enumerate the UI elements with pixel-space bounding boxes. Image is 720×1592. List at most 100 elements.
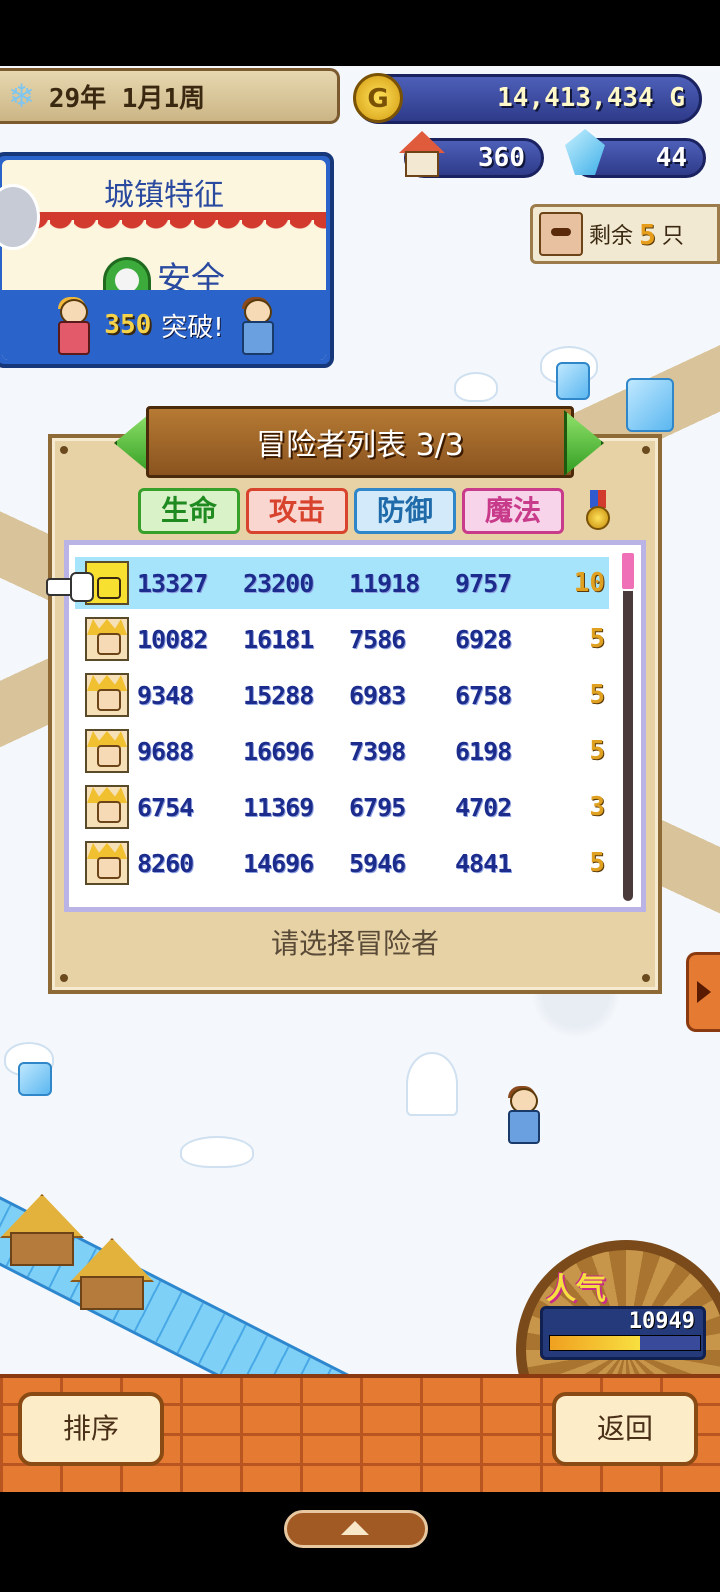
month-unit: 月: [137, 83, 164, 114]
adventurer-avatar: [85, 785, 129, 829]
gold-unit: G: [669, 83, 685, 113]
hp-value: 6754: [137, 792, 194, 822]
town-feature-panel[interactable]: 城镇特征 安全 350 突破!: [0, 152, 334, 368]
snowflake-icon: ❄: [8, 77, 35, 115]
popularity-label: 人气: [546, 1272, 606, 1307]
monster-face-icon: [539, 212, 583, 256]
snow-mound: [454, 372, 498, 402]
magic-value: 9757: [455, 568, 512, 598]
defense-value: 6795: [349, 792, 406, 822]
popularity-gauge[interactable]: 10949: [540, 1306, 706, 1360]
week-value: 1: [163, 83, 180, 114]
date-display: ❄ 29年 1月1周: [0, 68, 340, 124]
rank-value: 5: [589, 848, 605, 878]
date-text: 29年 1月1周: [49, 78, 205, 115]
back-button[interactable]: 返回: [552, 1392, 698, 1466]
magic-value: 6198: [455, 736, 512, 766]
adventurer-row[interactable]: 8260 14696 5946 4841 5: [75, 837, 609, 889]
population-value: 360: [478, 143, 525, 173]
snow-mound: [180, 1136, 254, 1168]
year-value: 29: [48, 83, 81, 114]
header-plank: 冒险者列表 3/3: [146, 406, 574, 478]
attack-value: 16181: [243, 624, 314, 654]
hp-value: 9348: [137, 680, 194, 710]
cheering-girl-icon: [50, 297, 94, 355]
adventurer-avatar: [85, 617, 129, 661]
remaining-count: 5: [639, 217, 656, 251]
magic-value: 4841: [455, 848, 512, 878]
column-attack[interactable]: 攻击: [246, 488, 348, 534]
dialog-header: 冒险者列表 3/3: [114, 404, 604, 482]
scrollbar-track[interactable]: [623, 551, 633, 901]
adventurer-avatar: [85, 729, 129, 773]
attack-value: 14696: [243, 848, 314, 878]
medal-icon: [584, 490, 612, 534]
popularity-bar-fill: [550, 1336, 640, 1350]
attack-value: 11369: [243, 792, 314, 822]
defense-value: 5946: [349, 848, 406, 878]
population-display[interactable]: 360: [399, 131, 544, 178]
scrollbar-thumb[interactable]: [620, 551, 636, 591]
magic-value: 4702: [455, 792, 512, 822]
dialog-title: 冒险者列表 3/3: [256, 428, 464, 463]
adventurer-avatar: [85, 673, 129, 717]
adventurer-list[interactable]: 13327 23200 11918 9757 10 10082 16181 75…: [64, 540, 646, 912]
week-unit: 周: [179, 83, 206, 114]
defense-value: 11918: [349, 568, 420, 598]
gem-value: 44: [655, 143, 687, 173]
cheering-boy-icon: [234, 297, 278, 355]
house-icon: [399, 131, 445, 177]
side-panel-tab[interactable]: [686, 952, 720, 1032]
rank-value: 3: [589, 792, 605, 822]
adventurer-row[interactable]: 10082 16181 7586 6928 5: [75, 613, 609, 665]
hp-value: 9688: [137, 736, 194, 766]
attack-value: 16696: [243, 736, 314, 766]
column-defense[interactable]: 防御: [354, 488, 456, 534]
adventurer-row[interactable]: 9688 16696 7398 6198 5: [75, 725, 609, 777]
attack-value: 15288: [243, 680, 314, 710]
pointing-hand-icon: [46, 570, 94, 602]
hp-value: 10082: [137, 624, 208, 654]
break-label: 突破!: [161, 312, 224, 343]
magic-value: 6758: [455, 680, 512, 710]
rank-value: 5: [589, 680, 605, 710]
straw-hut: [0, 1194, 84, 1266]
hp-value: 8260: [137, 848, 194, 878]
gold-value: 14,413,434 G: [497, 83, 685, 113]
rank-value: 5: [589, 624, 605, 654]
defense-value: 6983: [349, 680, 406, 710]
ice-block: [626, 378, 674, 432]
gold-display[interactable]: G 14,413,434 G: [353, 73, 702, 124]
gem-display[interactable]: 44: [565, 129, 706, 178]
town-feature-title: 城镇特征: [104, 178, 224, 213]
rank-value: 5: [589, 736, 605, 766]
next-page-arrow-icon[interactable]: [564, 410, 604, 476]
adventurer-row[interactable]: 6754 11369 6795 4702 3: [75, 781, 609, 833]
remaining-unit: 只: [661, 224, 684, 249]
gold-amount: 14,413,434: [497, 83, 654, 113]
straw-hut: [70, 1238, 154, 1310]
select-hint: 请选择冒险者: [270, 927, 439, 960]
magic-value: 6928: [455, 624, 512, 654]
popularity-bar: [549, 1335, 701, 1351]
column-magic[interactable]: 魔法: [462, 488, 564, 534]
hp-value: 13327: [137, 568, 208, 598]
break-banner: 350 突破!: [2, 290, 326, 360]
expand-menu-button[interactable]: [284, 1510, 428, 1548]
break-count: 350: [104, 310, 152, 340]
attack-value: 23200: [243, 568, 314, 598]
remaining-monsters[interactable]: 剩余 5 只: [530, 204, 720, 264]
adventurer-avatar: [85, 841, 129, 885]
stat-column-tabs: 生命 攻击 防御 魔法: [138, 488, 564, 534]
curtain-decoration: [2, 218, 326, 240]
column-hp[interactable]: 生命: [138, 488, 240, 534]
snow-tree: [406, 1052, 458, 1116]
adventurer-row[interactable]: 9348 15288 6983 6758 5: [75, 669, 609, 721]
remaining-label: 剩余: [589, 224, 634, 249]
sort-button[interactable]: 排序: [18, 1392, 164, 1466]
year-unit: 年: [80, 83, 107, 114]
ice-block: [18, 1062, 52, 1096]
townsperson[interactable]: [500, 1086, 544, 1144]
rank-value: 10: [573, 568, 605, 598]
adventurer-row[interactable]: 13327 23200 11918 9757 10: [75, 557, 609, 609]
